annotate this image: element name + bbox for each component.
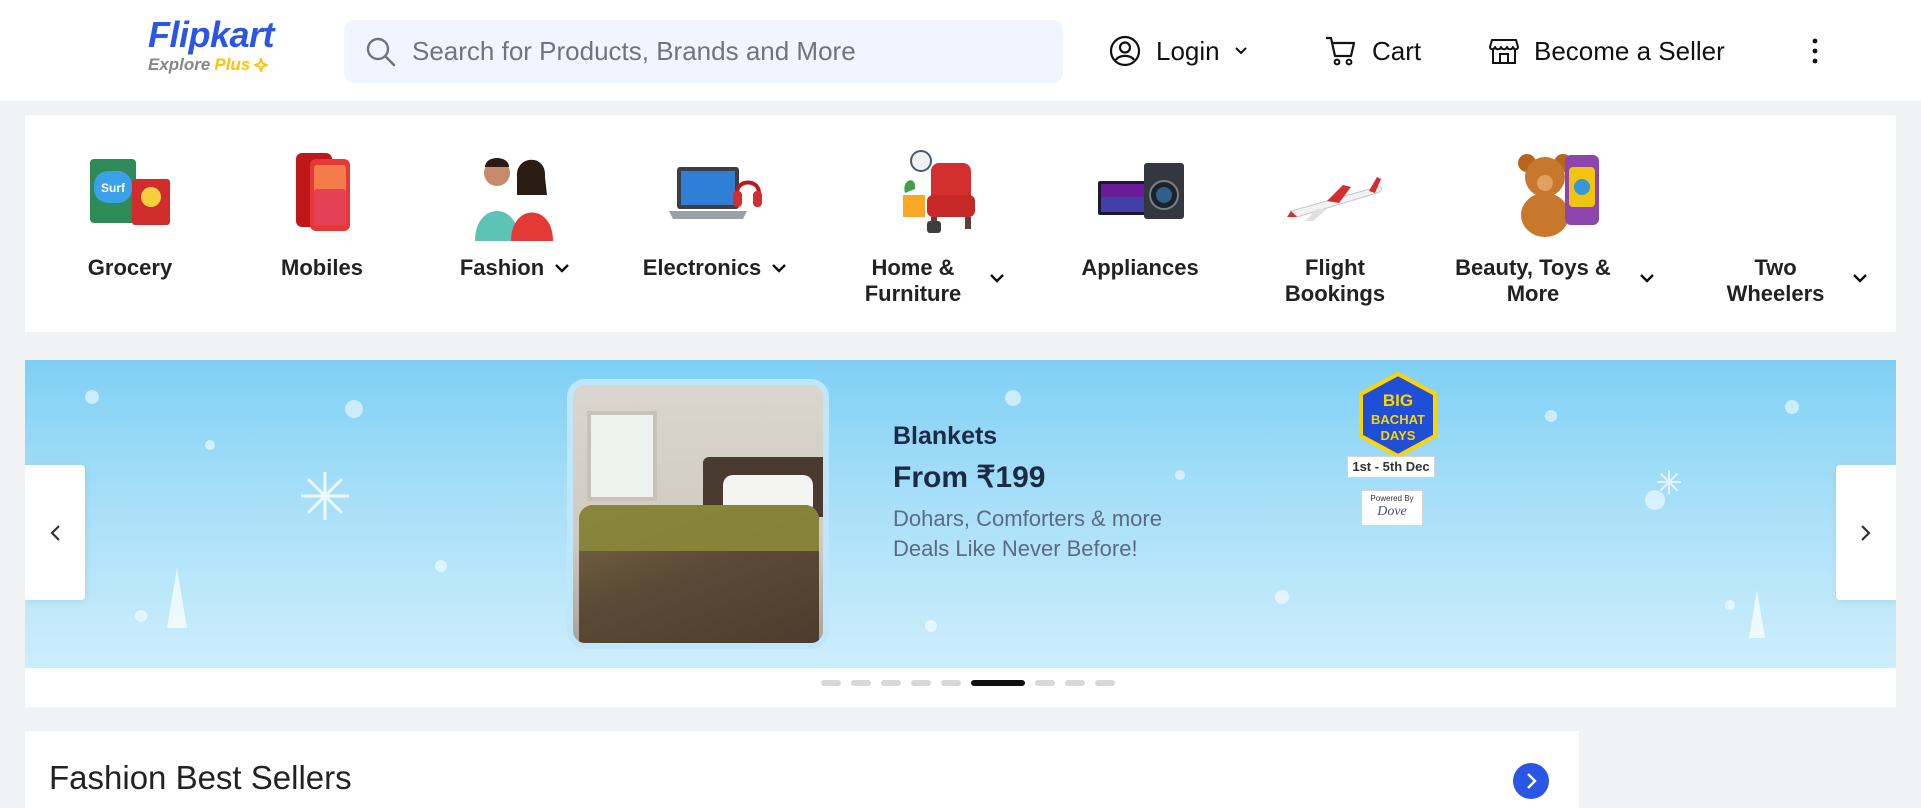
banner-subtitle: Dohars, Comforters & more — [893, 506, 1162, 531]
category-bar: Surf Grocery Mobiles Fashion Electronics… — [25, 115, 1896, 332]
carousel-dot[interactable] — [1094, 680, 1115, 686]
category-home-furniture[interactable]: Home & Furniture — [825, 115, 1045, 332]
carousel-dot[interactable] — [1034, 680, 1055, 686]
carousel-dot[interactable] — [820, 680, 841, 686]
airplane-icon — [1287, 177, 1382, 221]
carousel-dot[interactable] — [1064, 680, 1085, 686]
chevron-left-icon — [50, 524, 60, 541]
category-appliances[interactable]: Appliances — [1055, 115, 1225, 332]
chevron-down-icon — [555, 264, 570, 273]
svg-text:DAYS: DAYS — [1381, 428, 1416, 443]
snowflake-icon — [1657, 470, 1681, 494]
become-seller-button[interactable]: Become a Seller — [1488, 26, 1725, 76]
mobile-icon — [296, 153, 350, 231]
category-label: Two Wheelers — [1705, 255, 1890, 307]
carousel-indicators — [25, 680, 1896, 688]
product-image — [567, 379, 829, 649]
category-label: Fashion — [435, 255, 595, 281]
cart-icon — [1326, 36, 1356, 66]
fashion-icon — [475, 158, 553, 241]
carousel-prev-button[interactable] — [25, 465, 85, 600]
user-circle-icon — [1109, 35, 1141, 67]
category-grocery[interactable]: Surf Grocery — [55, 115, 205, 332]
cart-label: Cart — [1372, 35, 1422, 66]
category-beauty-toys[interactable]: Beauty, Toys & More — [1425, 115, 1685, 332]
svg-text:BACHAT: BACHAT — [1371, 412, 1425, 427]
banner-price: From ₹199 — [893, 461, 1046, 494]
category-two-wheelers[interactable]: Two Wheelers — [1705, 115, 1890, 332]
tree-icon — [167, 568, 187, 628]
more-vertical-icon — [1812, 38, 1818, 64]
category-label: Mobiles — [281, 255, 363, 280]
furniture-icon — [903, 150, 975, 233]
sale-dates: 1st - 5th Dec — [1347, 456, 1435, 478]
banner-title: Blankets — [893, 422, 998, 450]
category-label: Flight Bookings — [1284, 255, 1386, 306]
chevron-down-icon — [1639, 274, 1654, 283]
chevron-down-icon — [990, 274, 1005, 283]
svg-text:Surf: Surf — [101, 181, 126, 195]
top-header: Flipkart Explore Plus Login — [0, 0, 1921, 101]
login-button[interactable]: Login — [1108, 26, 1248, 76]
big-bachat-days-badge: BIG BACHAT DAYS — [1359, 371, 1437, 459]
carousel-dot[interactable] — [970, 680, 1025, 686]
teddy-icon — [1518, 154, 1599, 237]
carousel-dot[interactable] — [880, 680, 901, 686]
section-next-button[interactable] — [1513, 763, 1549, 799]
chevron-down-icon — [1234, 47, 1247, 55]
banner-slide[interactable]: Blankets From ₹199 Dohars, Comforters & … — [25, 360, 1896, 668]
search-bar[interactable] — [344, 20, 1063, 83]
category-mobiles[interactable]: Mobiles — [247, 115, 397, 332]
appliance-icon — [1098, 163, 1184, 219]
svg-text:BIG: BIG — [1383, 391, 1413, 410]
chevron-down-icon — [772, 264, 787, 273]
category-label: Home & Furniture — [825, 255, 1045, 307]
tagline-explore: Explore — [148, 55, 211, 74]
tree-icon — [1749, 590, 1765, 638]
login-label: Login — [1156, 35, 1220, 66]
sponsor-box: Powered By Dove — [1361, 490, 1423, 526]
category-label: Grocery — [87, 255, 173, 280]
cart-button[interactable]: Cart — [1324, 26, 1421, 76]
category-label: Beauty, Toys & More — [1425, 255, 1685, 307]
flipkart-logo[interactable]: Flipkart Explore Plus — [148, 16, 288, 80]
category-label: Appliances — [1081, 255, 1199, 280]
powered-by-label: Powered By — [1370, 494, 1414, 503]
carousel-dot[interactable] — [940, 680, 961, 686]
tagline-plus: Plus — [214, 55, 251, 74]
carousel-dot[interactable] — [850, 680, 871, 686]
more-options-button[interactable] — [1802, 26, 1828, 76]
carousel-next-button[interactable] — [1836, 465, 1896, 600]
fashion-best-sellers-section: Fashion Best Sellers — [25, 731, 1579, 808]
search-input[interactable] — [412, 36, 1012, 67]
laptop-icon — [669, 167, 762, 219]
snowflake-icon — [301, 472, 349, 520]
section-title: Fashion Best Sellers — [49, 759, 352, 796]
logo-wordmark: Flipkart — [148, 14, 275, 55]
category-electronics[interactable]: Electronics — [615, 115, 815, 332]
banner-tagline: Deals Like Never Before! — [893, 536, 1138, 561]
become-seller-label: Become a Seller — [1534, 35, 1725, 66]
category-fashion[interactable]: Fashion — [435, 115, 595, 332]
category-flight-bookings[interactable]: Flight Bookings — [1255, 115, 1415, 332]
logo-tagline: Explore Plus — [148, 54, 288, 76]
sponsor-logo: Dove — [1377, 504, 1407, 519]
category-label: Electronics — [615, 255, 815, 281]
hero-carousel: Blankets From ₹199 Dohars, Comforters & … — [25, 360, 1896, 707]
carousel-dot[interactable] — [910, 680, 931, 686]
chevron-right-icon — [1861, 524, 1871, 541]
grocery-icon: Surf — [90, 159, 170, 225]
store-icon — [1489, 39, 1519, 64]
chevron-right-icon — [1527, 773, 1537, 789]
chevron-down-icon — [1853, 274, 1868, 283]
search-icon — [366, 37, 396, 66]
plus-star-icon — [254, 58, 269, 72]
